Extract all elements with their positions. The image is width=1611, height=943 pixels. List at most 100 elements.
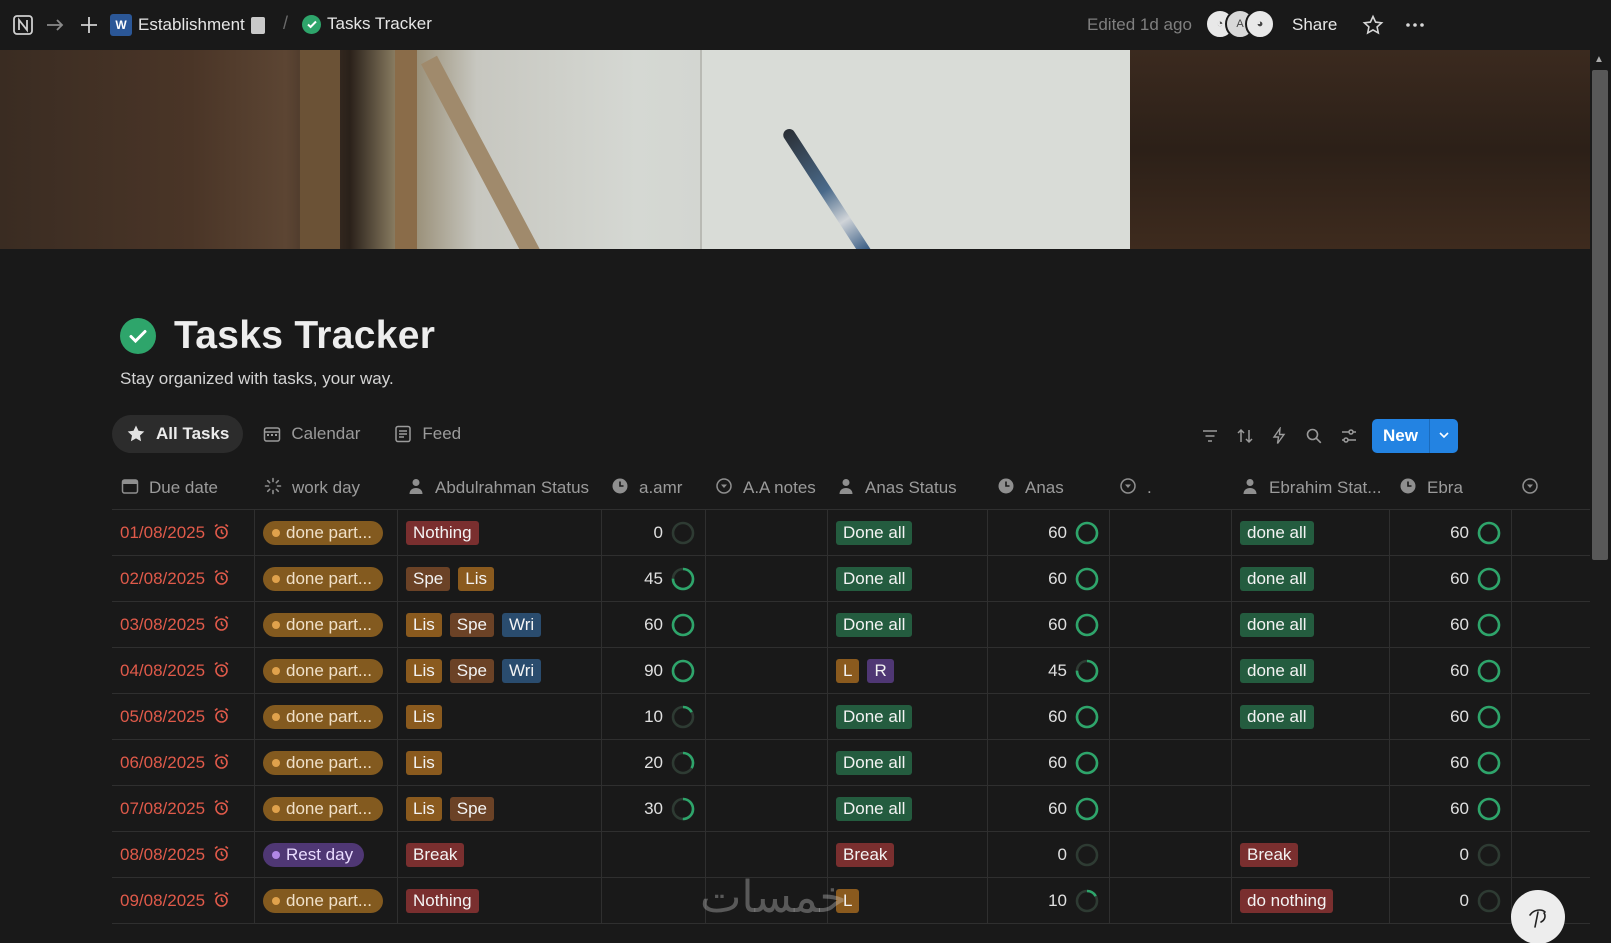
add-page-icon[interactable]: [76, 12, 102, 38]
column-header-overflow[interactable]: [1512, 466, 1542, 510]
anas-status-cell[interactable]: LR: [828, 648, 988, 694]
breadcrumb-current[interactable]: Tasks Tracker: [302, 14, 432, 34]
filter-icon[interactable]: [1198, 424, 1222, 448]
table-row[interactable]: 04/08/2025 done part... Lis Spe Wri 90 L R 45 don…: [112, 648, 1590, 694]
ebrahim-status-cell[interactable]: Break: [1232, 832, 1390, 878]
page-title[interactable]: Tasks Tracker: [174, 314, 435, 358]
anas-status-cell[interactable]: Done all: [828, 556, 988, 602]
sort-icon[interactable]: [1233, 424, 1257, 448]
aa-notes-cell[interactable]: [706, 556, 828, 602]
anas-status-cell[interactable]: Done all: [828, 740, 988, 786]
ebra-cell[interactable]: 0: [1390, 832, 1512, 878]
due-date-cell[interactable]: 08/08/2025: [112, 832, 255, 878]
work-day-cell[interactable]: done part...: [255, 878, 398, 924]
work-day-cell[interactable]: Rest day: [255, 832, 398, 878]
aa-notes-cell[interactable]: [706, 786, 828, 832]
anas-cell[interactable]: 0: [988, 832, 1110, 878]
notion-logo-icon[interactable]: [10, 12, 36, 38]
column-header[interactable]: Ebra: [1390, 466, 1512, 510]
ebrahim-status-cell[interactable]: done all: [1232, 694, 1390, 740]
anas-cell[interactable]: 60: [988, 556, 1110, 602]
ebra-cell[interactable]: 60: [1390, 694, 1512, 740]
anas-cell[interactable]: 60: [988, 786, 1110, 832]
anas-cell[interactable]: 60: [988, 740, 1110, 786]
ebrahim-status-cell[interactable]: done all: [1232, 556, 1390, 602]
abdulrahman-status-cell[interactable]: Lis Spe Wri: [398, 648, 602, 694]
ebrahim-status-cell[interactable]: done all: [1232, 602, 1390, 648]
table-row[interactable]: 01/08/2025 done part... Nothing 0 Done all 60…: [112, 510, 1590, 556]
due-date-cell[interactable]: 05/08/2025: [112, 694, 255, 740]
column-header[interactable]: Due date: [112, 466, 255, 510]
tab-feed[interactable]: Feed: [380, 415, 475, 453]
table-row[interactable]: 03/08/2025 done part... Lis Spe Wri 60 Done al…: [112, 602, 1590, 648]
table-row[interactable]: 07/08/2025 done part... Lis Spe 30 Done all 60…: [112, 786, 1590, 832]
column-header[interactable]: a.amr: [602, 466, 706, 510]
dot-column-cell[interactable]: [1110, 694, 1232, 740]
ebrahim-status-cell[interactable]: [1232, 786, 1390, 832]
tab-all-tasks[interactable]: All Tasks: [112, 415, 244, 453]
work-day-cell[interactable]: done part...: [255, 648, 398, 694]
dot-column-cell[interactable]: [1110, 510, 1232, 556]
abdulrahman-status-cell[interactable]: Lis: [398, 694, 602, 740]
ebrahim-status-cell[interactable]: do nothing: [1232, 878, 1390, 924]
aa-notes-cell[interactable]: [706, 602, 828, 648]
dot-column-cell[interactable]: [1110, 786, 1232, 832]
dot-column-cell[interactable]: [1110, 832, 1232, 878]
column-header[interactable]: A.A notes: [706, 466, 828, 510]
scrollbar-thumb[interactable]: [1592, 70, 1608, 560]
ebra-cell[interactable]: 60: [1390, 648, 1512, 694]
aa-notes-cell[interactable]: [706, 694, 828, 740]
table-row[interactable]: 08/08/2025 Rest day Break Break 0 Break 0: [112, 832, 1590, 878]
abdulrahman-status-cell[interactable]: Spe Lis: [398, 556, 602, 602]
abdulrahman-status-cell[interactable]: Lis Spe Wri: [398, 602, 602, 648]
ebra-cell[interactable]: 60: [1390, 556, 1512, 602]
work-day-cell[interactable]: done part...: [255, 694, 398, 740]
dot-column-cell[interactable]: [1110, 648, 1232, 694]
star-icon[interactable]: [1360, 12, 1386, 38]
a-amr-cell[interactable]: 90: [602, 648, 706, 694]
column-header[interactable]: Ebrahim Stat...: [1232, 466, 1390, 510]
more-options-icon[interactable]: [1402, 12, 1428, 38]
anas-status-cell[interactable]: Done all: [828, 510, 988, 556]
a-amr-cell[interactable]: 10: [602, 694, 706, 740]
column-header[interactable]: Abdulrahman Status: [398, 466, 602, 510]
scroll-up-icon[interactable]: ▲: [1594, 54, 1604, 65]
new-button[interactable]: New: [1372, 419, 1458, 453]
ebrahim-status-cell[interactable]: [1232, 740, 1390, 786]
abdulrahman-status-cell[interactable]: Lis: [398, 740, 602, 786]
dot-column-cell[interactable]: [1110, 878, 1232, 924]
avatar-group[interactable]: ◔ A ◕: [1205, 9, 1277, 39]
ebra-cell[interactable]: 60: [1390, 510, 1512, 556]
anas-cell[interactable]: 60: [988, 510, 1110, 556]
table-row[interactable]: 06/08/2025 done part... Lis 20 Done all 60 60: [112, 740, 1590, 786]
dot-column-cell[interactable]: [1110, 602, 1232, 648]
anas-status-cell[interactable]: L: [828, 878, 988, 924]
ebra-cell[interactable]: 60: [1390, 602, 1512, 648]
work-day-cell[interactable]: done part...: [255, 740, 398, 786]
column-header[interactable]: work day: [255, 466, 398, 510]
anas-cell[interactable]: 10: [988, 878, 1110, 924]
a-amr-cell[interactable]: [602, 832, 706, 878]
due-date-cell[interactable]: 01/08/2025: [112, 510, 255, 556]
anas-status-cell[interactable]: Done all: [828, 602, 988, 648]
anas-status-cell[interactable]: Done all: [828, 786, 988, 832]
ebrahim-status-cell[interactable]: done all: [1232, 510, 1390, 556]
tab-calendar[interactable]: Calendar: [249, 415, 374, 453]
dot-column-cell[interactable]: [1110, 740, 1232, 786]
ebra-cell[interactable]: 60: [1390, 786, 1512, 832]
anas-status-cell[interactable]: Break: [828, 832, 988, 878]
due-date-cell[interactable]: 04/08/2025: [112, 648, 255, 694]
ebra-cell[interactable]: 0: [1390, 878, 1512, 924]
breadcrumb-establishment[interactable]: W Establishment: [110, 14, 265, 36]
table-row[interactable]: 02/08/2025 done part... Spe Lis 45 Done all 60…: [112, 556, 1590, 602]
anas-cell[interactable]: 60: [988, 602, 1110, 648]
a-amr-cell[interactable]: 0: [602, 510, 706, 556]
anas-status-cell[interactable]: Done all: [828, 694, 988, 740]
a-amr-cell[interactable]: 20: [602, 740, 706, 786]
due-date-cell[interactable]: 09/08/2025: [112, 878, 255, 924]
dot-column-cell[interactable]: [1110, 556, 1232, 602]
ebrahim-status-cell[interactable]: done all: [1232, 648, 1390, 694]
a-amr-cell[interactable]: 30: [602, 786, 706, 832]
anas-cell[interactable]: 60: [988, 694, 1110, 740]
due-date-cell[interactable]: 03/08/2025: [112, 602, 255, 648]
